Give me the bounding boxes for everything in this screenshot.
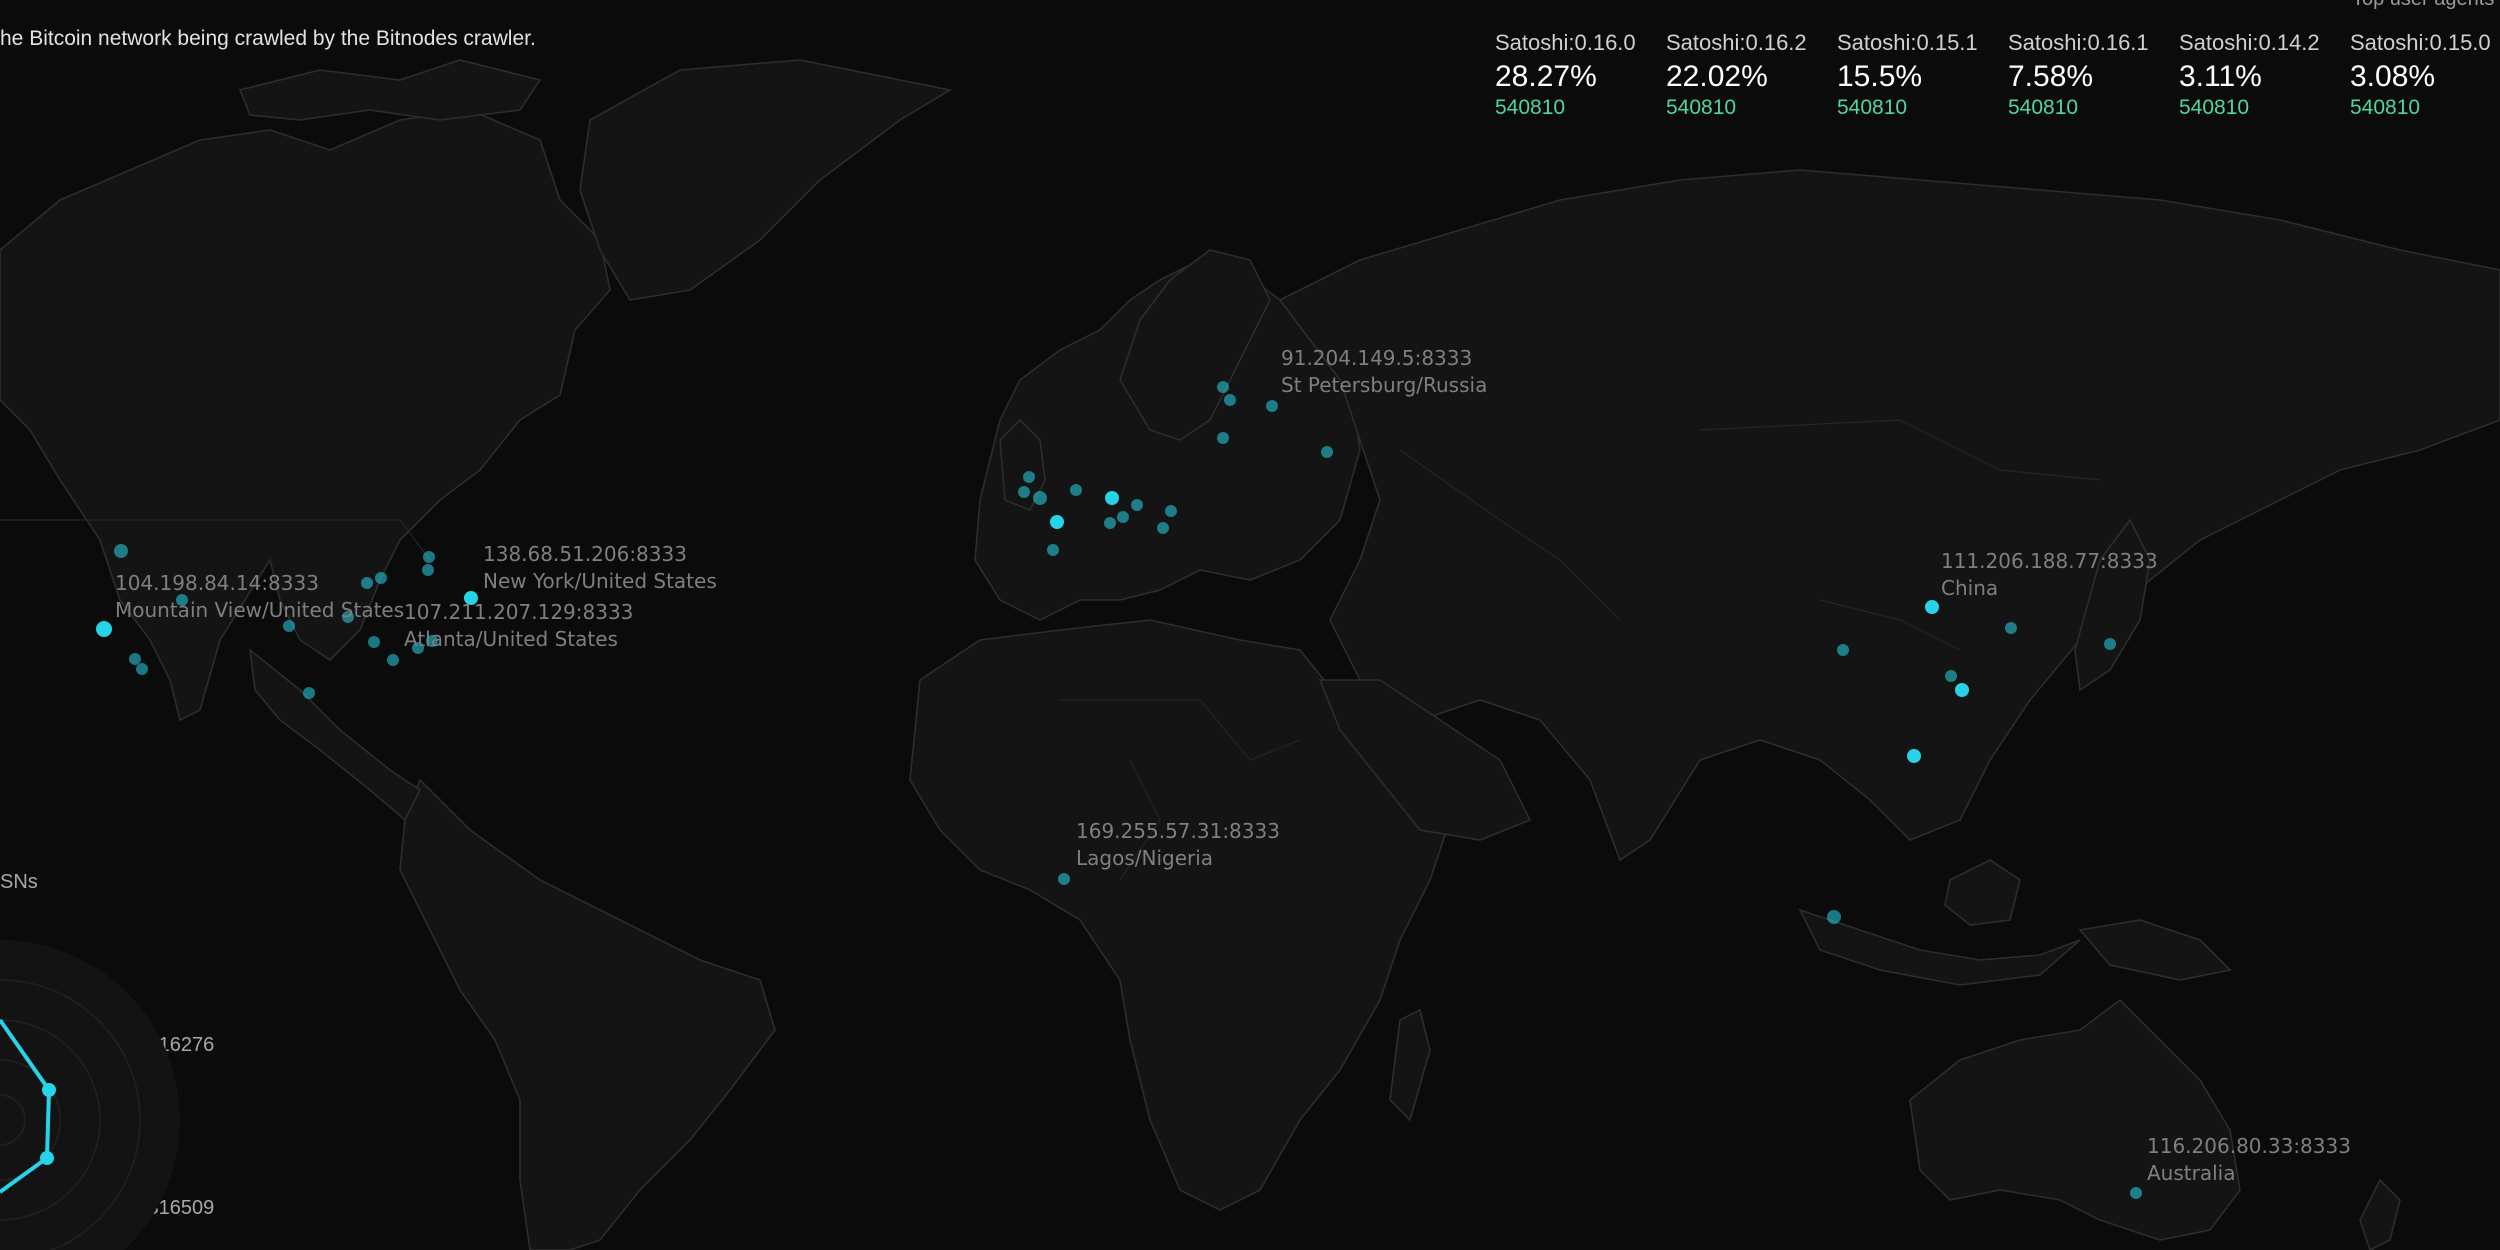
node-marker[interactable] <box>1117 511 1129 523</box>
node-marker[interactable] <box>1104 517 1116 529</box>
user-agent-item: Satoshi:0.14.2 3.11% 540810 <box>2179 30 2350 120</box>
node-marker[interactable] <box>1266 400 1278 412</box>
node-marker[interactable] <box>1023 471 1035 483</box>
user-agent-height: 540810 <box>2008 96 2079 119</box>
node-marker[interactable] <box>1217 381 1229 393</box>
node-marker[interactable] <box>1827 910 1841 924</box>
node-marker[interactable] <box>1955 683 1969 697</box>
node-address-label: 116.206.80.33:8333 <box>2147 1134 2351 1158</box>
node-marker[interactable] <box>1047 544 1059 556</box>
user-agent-item: Satoshi:0.16.1 7.58% 540810 <box>2008 30 2179 120</box>
madagascar-land <box>1389 1008 1431 1122</box>
world-map: 104.198.84.14:8333 Mountain View/United … <box>0 59 2500 1250</box>
node-marker[interactable] <box>1217 432 1229 444</box>
node-marker[interactable] <box>375 572 387 584</box>
node-marker[interactable] <box>423 551 435 563</box>
user-agent-percent: 15.5% <box>1837 60 1923 93</box>
asn-heading: SNs <box>0 871 38 893</box>
user-agent-percent: 22.02% <box>1666 60 1768 93</box>
user-agent-item: Satoshi:0.16.0 28.27% 540810 <box>1495 30 1666 120</box>
node-marker[interactable] <box>1321 446 1333 458</box>
node-marker[interactable] <box>2130 1187 2142 1199</box>
user-agent-name: Satoshi:0.14.2 <box>2179 30 2320 55</box>
asn-radar-chart <box>0 940 180 1250</box>
user-agent-height: 540810 <box>2179 96 2250 119</box>
node-marker[interactable] <box>1105 491 1119 505</box>
node-marker[interactable] <box>1131 499 1143 511</box>
borneo-land <box>1944 859 2021 926</box>
new-zealand-land <box>2359 1178 2401 1250</box>
user-agent-item: Satoshi:0.15.1 15.5% 540810 <box>1837 30 2008 120</box>
node-marker[interactable] <box>1033 491 1047 505</box>
node-location-label: China <box>1941 576 1998 600</box>
node-marker[interactable] <box>1224 394 1236 406</box>
radar-point <box>40 1151 54 1165</box>
south-america-land <box>399 778 776 1250</box>
node-marker[interactable] <box>1018 486 1030 498</box>
node-marker[interactable] <box>96 621 112 637</box>
user-agent-height: 540810 <box>1837 96 1908 119</box>
radar-point <box>42 1083 56 1097</box>
user-agent-name: Satoshi:0.16.1 <box>2008 30 2149 55</box>
node-location-label: New York/United States <box>483 569 717 593</box>
land-masses <box>0 59 2500 1250</box>
node-location-label: Lagos/Nigeria <box>1076 846 1213 870</box>
user-agent-percent: 28.27% <box>1495 60 1597 93</box>
node-marker[interactable] <box>1837 644 1849 656</box>
node-marker[interactable] <box>422 564 434 576</box>
user-agent-percent: 3.08% <box>2350 60 2436 93</box>
node-marker[interactable] <box>303 687 315 699</box>
node-address-label: 138.68.51.206:8333 <box>483 542 687 566</box>
top-agents-heading: Top user agents <box>2352 0 2494 11</box>
map-subtitle: he Bitcoin network being crawled by the … <box>0 27 536 50</box>
user-agent-name: Satoshi:0.16.2 <box>1666 30 1807 55</box>
node-location-label: St Petersburg/Russia <box>1281 373 1487 397</box>
greenland-land <box>579 59 953 301</box>
node-location-label: Atlanta/United States <box>404 627 618 651</box>
node-marker[interactable] <box>1945 670 1957 682</box>
user-agent-name: Satoshi:0.15.0 <box>2350 30 2491 55</box>
user-agent-name: Satoshi:0.16.0 <box>1495 30 1636 55</box>
node-marker[interactable] <box>1050 515 1064 529</box>
node-address-label: 104.198.84.14:8333 <box>115 571 319 595</box>
node-address-label: 111.206.188.77:8333 <box>1941 549 2158 573</box>
arctic-islands-land <box>238 59 542 121</box>
user-agent-item: Satoshi:0.15.0 3.08% 540810 <box>2350 30 2500 120</box>
indonesia-land <box>1798 908 2081 986</box>
node-location-label: Mountain View/United States <box>115 598 404 622</box>
radar-ring <box>0 940 180 1250</box>
node-marker[interactable] <box>1157 522 1169 534</box>
node-address-label: 107.211.207.129:8333 <box>404 600 633 624</box>
user-agent-percent: 3.11% <box>2179 60 2262 93</box>
node-marker[interactable] <box>136 663 148 675</box>
node-location-label: Australia <box>2147 1161 2235 1185</box>
node-marker[interactable] <box>1165 505 1177 517</box>
node-marker[interactable] <box>129 653 141 665</box>
node-marker[interactable] <box>114 544 128 558</box>
user-agent-height: 540810 <box>1666 96 1737 119</box>
new-guinea-land <box>2078 919 2232 981</box>
user-agent-height: 540810 <box>1495 96 1566 119</box>
node-marker[interactable] <box>387 654 399 666</box>
user-agents-panel: Satoshi:0.16.0 28.27% 540810 Satoshi:0.1… <box>1495 30 2500 120</box>
node-marker[interactable] <box>1907 749 1921 763</box>
node-marker[interactable] <box>2104 638 2116 650</box>
node-marker[interactable] <box>368 636 380 648</box>
node-marker[interactable] <box>1925 600 1939 614</box>
node-marker[interactable] <box>361 577 373 589</box>
user-agent-name: Satoshi:0.15.1 <box>1837 30 1978 55</box>
australia-land <box>1909 998 2241 1241</box>
node-marker[interactable] <box>2005 622 2017 634</box>
node-marker[interactable] <box>1070 484 1082 496</box>
user-agent-item: Satoshi:0.16.2 22.02% 540810 <box>1666 30 1837 120</box>
node-marker[interactable] <box>1058 873 1070 885</box>
node-address-label: 169.255.57.31:8333 <box>1076 819 1280 843</box>
node-address-label: 91.204.149.5:8333 <box>1281 346 1472 370</box>
user-agent-height: 540810 <box>2350 96 2421 119</box>
user-agent-percent: 7.58% <box>2008 60 2094 93</box>
central-america-land <box>248 648 422 822</box>
